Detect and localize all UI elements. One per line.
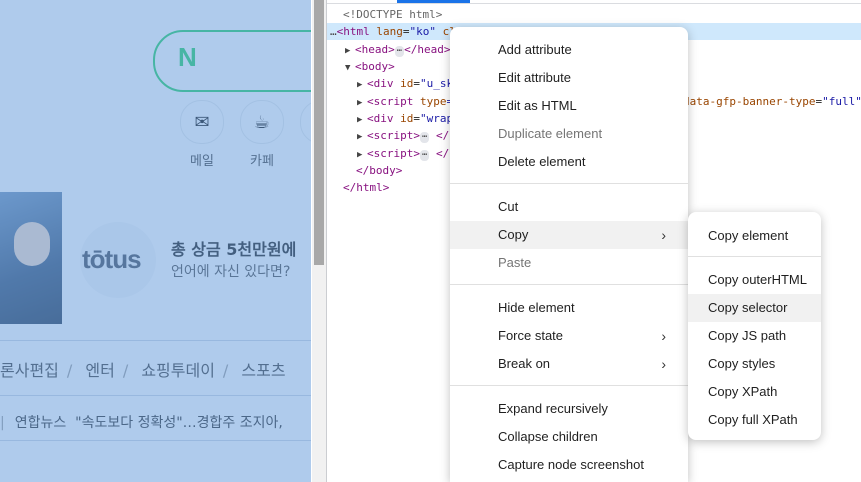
nav-item[interactable]: 스포츠 <box>241 361 285 380</box>
submenu-arrow-icon: › <box>661 328 666 344</box>
menu-item-label: Force state <box>498 328 564 343</box>
submenu-arrow-icon: › <box>661 227 666 243</box>
collapsed-ellipsis[interactable]: ⋯ <box>419 132 430 143</box>
menu-item-label: Break on <box>498 356 551 371</box>
banner-headline: 총 상금 5천만원에 <box>171 240 297 259</box>
cafe-icon: ☕ <box>240 100 284 144</box>
news-source: 연합뉴스 <box>14 415 67 431</box>
menu-item-label: Copy <box>498 227 529 242</box>
submenu-arrow-icon: › <box>661 356 666 372</box>
mail-icon: ✉ <box>180 100 224 144</box>
context-menu: Add attribute Edit attribute Edit as HTM… <box>450 27 688 482</box>
menu-item-expand-recursively[interactable]: Expand recursively <box>450 395 688 423</box>
blog-icon: ✎ <box>300 100 311 144</box>
copy-submenu: Copy element Copy outerHTML Copy selecto… <box>688 212 821 440</box>
service-label: 메일 <box>190 154 214 169</box>
submenu-item-copy-element[interactable]: Copy element <box>688 222 821 250</box>
script-node[interactable]: ▶ <script> ⋯ </s <box>357 127 456 144</box>
submenu-item-copy-xpath[interactable]: Copy XPath <box>688 378 821 406</box>
collapsed-ellipsis[interactable]: ⋯ <box>419 150 430 161</box>
submenu-item-copy-js-path[interactable]: Copy JS path <box>688 322 821 350</box>
service-label: 블 <box>300 150 311 169</box>
service-cafe[interactable]: ☕ 카페 <box>240 100 284 169</box>
body-node[interactable]: ▼ <body> <box>345 58 395 75</box>
ad-banner[interactable]: tōtus 총 상금 5천만원에 언어에 자신 있다면? <box>0 192 311 324</box>
div-node-u-skip[interactable]: ▶ <div id="u_ski <box>357 75 460 92</box>
gfp-banner-attr[interactable]: data-gfp-banner-type="full">⋯ <box>683 93 861 110</box>
menu-item-add-attribute[interactable]: Add attribute <box>450 36 688 64</box>
menu-item-cut[interactable]: Cut <box>450 193 688 221</box>
menu-item-duplicate-element[interactable]: Duplicate element <box>450 120 688 148</box>
menu-item-edit-attribute[interactable]: Edit attribute <box>450 64 688 92</box>
menu-item-paste[interactable]: Paste <box>450 249 688 277</box>
body-close-tag[interactable]: </body> <box>356 162 402 179</box>
submenu-item-copy-full-xpath[interactable]: Copy full XPath <box>688 406 821 434</box>
collapsed-ellipsis[interactable]: ⋯ <box>394 46 405 57</box>
collapse-triangle-icon[interactable]: ▼ <box>345 60 355 77</box>
service-blog[interactable]: ✎ 블 <box>300 100 311 169</box>
menu-item-copy[interactable]: Copy › <box>450 221 688 249</box>
category-nav: 론사편집 / 엔터 / 쇼핑투데이 / 스포츠 <box>0 361 286 380</box>
menu-item-break-on[interactable]: Break on › <box>450 350 688 378</box>
submenu-item-copy-selector[interactable]: Copy selector <box>688 294 821 322</box>
news-headline[interactable]: "속도보다 정확성"…경합주 조지아, <box>75 415 283 431</box>
search-box[interactable] <box>153 30 311 92</box>
submenu-item-copy-styles[interactable]: Copy styles <box>688 350 821 378</box>
doctype-node[interactable]: <!DOCTYPE html> <box>343 6 442 23</box>
html-close-tag[interactable]: </html> <box>343 179 389 196</box>
brand-logo: tōtus <box>82 244 142 274</box>
service-mail[interactable]: ✉ 메일 <box>180 100 224 169</box>
expand-triangle-icon[interactable]: ▶ <box>357 129 367 146</box>
menu-item-capture-node-screenshot[interactable]: Capture node screenshot <box>450 451 688 479</box>
nav-item[interactable]: 엔터 <box>85 361 114 380</box>
nav-item[interactable]: 론사편집 <box>0 361 59 380</box>
menu-item-edit-as-html[interactable]: Edit as HTML <box>450 92 688 120</box>
script-node[interactable]: ▶ <script> ⋯ </s <box>357 145 456 162</box>
menu-item-delete-element[interactable]: Delete element <box>450 148 688 176</box>
news-ticker[interactable]: | 연합뉴스 "속도보다 정확성"…경합주 조지아, <box>0 412 283 432</box>
expand-triangle-icon[interactable]: ▶ <box>357 77 367 94</box>
menu-item-force-state[interactable]: Force state › <box>450 322 688 350</box>
banner-illustration <box>0 192 62 324</box>
nav-item[interactable]: 쇼핑투데이 <box>141 361 215 380</box>
submenu-item-copy-outerhtml[interactable]: Copy outerHTML <box>688 266 821 294</box>
naver-logo[interactable]: N <box>178 42 197 73</box>
banner-subline: 언어에 자신 있다면? <box>171 264 291 280</box>
menu-item-hide-element[interactable]: Hide element <box>450 294 688 322</box>
div-node-wrap[interactable]: ▶ <div id="wrap" <box>357 110 460 127</box>
menu-item-collapse-children[interactable]: Collapse children <box>450 423 688 451</box>
page-scrollbar-thumb[interactable] <box>314 0 324 265</box>
script-node-type[interactable]: ▶<script type=" <box>357 93 460 110</box>
service-label: 카페 <box>250 154 274 169</box>
head-node[interactable]: ▶ <head> ⋯ </head> <box>345 41 451 58</box>
inspected-page: N ✉ 메일 ☕ 카페 ✎ 블 tōtus 총 상금 5천만원에 언어에 자신 … <box>0 0 311 482</box>
